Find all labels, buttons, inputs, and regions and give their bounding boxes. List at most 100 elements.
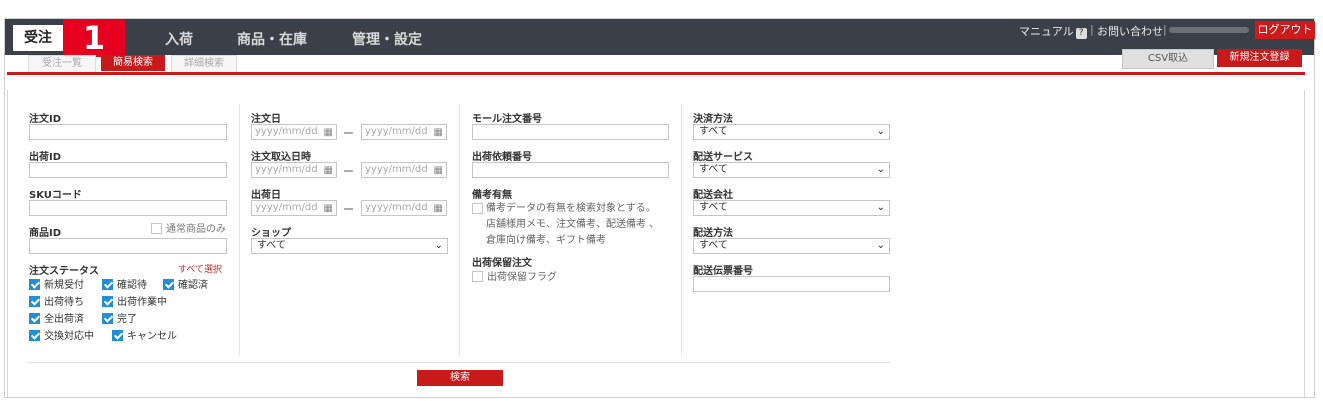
tab-simple-search[interactable]: 簡易検索	[101, 55, 165, 71]
shop-select[interactable]: すべて ⌄	[251, 238, 448, 254]
panel-border-left	[7, 90, 8, 398]
date-placeholder: yyyy/mm/dd	[255, 164, 318, 175]
status-label: 完了	[117, 314, 137, 325]
tracking-no-label: 配送伝票番号	[693, 266, 753, 277]
status-checkbox-cancel[interactable]: キャンセル	[112, 330, 177, 343]
nav-item-products-inventory[interactable]: 商品・在庫	[237, 29, 307, 49]
status-checkbox-shipping-work[interactable]: 出荷作業中	[102, 296, 167, 309]
ship-date-from[interactable]: yyyy/mm/dd ▦	[251, 200, 337, 216]
remarks-label: 備考有無	[472, 190, 512, 201]
remarks-checkbox[interactable]	[472, 203, 487, 216]
chevron-down-icon: ⌄	[434, 240, 443, 251]
manual-link[interactable]: マニュアル?	[1019, 23, 1087, 39]
calendar-icon[interactable]: ▦	[324, 164, 333, 178]
order-date-label: 注文日	[251, 114, 281, 125]
calendar-icon[interactable]: ▦	[434, 164, 443, 178]
ship-date-to[interactable]: yyyy/mm/dd ▦	[361, 200, 447, 216]
delivery-method-select[interactable]: すべて ⌄	[693, 238, 890, 254]
column-divider	[459, 104, 460, 356]
select-value: すべて	[699, 126, 728, 137]
search-button[interactable]: 検索	[417, 370, 503, 386]
select-value: すべて	[699, 164, 728, 175]
separator: |	[1090, 23, 1094, 36]
status-checkbox-complete[interactable]: 完了	[102, 313, 137, 326]
carrier-select[interactable]: すべて ⌄	[693, 200, 890, 216]
status-label: 出荷作業中	[117, 297, 167, 308]
date-placeholder: yyyy/mm/dd	[365, 126, 428, 137]
date-placeholder: yyyy/mm/dd	[255, 202, 318, 213]
date-placeholder: yyyy/mm/dd	[365, 164, 428, 175]
mall-order-no-label: モール注文番号	[472, 114, 542, 125]
logout-button[interactable]: ログアウト	[1255, 21, 1315, 39]
status-checkbox-new[interactable]: 新規受付	[29, 279, 84, 292]
mall-order-no-input[interactable]	[472, 124, 669, 140]
select-value: すべて	[699, 202, 728, 213]
hold-order-label: 出荷保留注文	[472, 258, 532, 269]
shipment-id-input[interactable]	[29, 162, 227, 178]
hold-flag-checkbox[interactable]: 出荷保留フラグ	[472, 271, 557, 284]
checkbox-icon	[472, 203, 483, 214]
calendar-icon[interactable]: ▦	[434, 126, 443, 140]
manual-label: マニュアル	[1019, 25, 1074, 38]
order-id-label: 注文ID	[29, 114, 62, 125]
contact-link[interactable]: お問い合わせ	[1097, 23, 1163, 39]
column-divider	[239, 104, 240, 356]
nav-item-orders[interactable]: 受注	[13, 25, 63, 51]
new-order-button[interactable]: 新規注文登録	[1217, 49, 1302, 67]
checkbox-checked-icon	[29, 313, 40, 324]
select-value: すべて	[699, 240, 728, 251]
tab-order-list[interactable]: 受注一覧	[28, 55, 96, 73]
step-number-badge: 1	[63, 19, 125, 57]
status-checkbox-confirmed[interactable]: 確認済	[163, 279, 208, 292]
range-dash: ー	[343, 203, 354, 216]
date-placeholder: yyyy/mm/dd	[365, 202, 428, 213]
order-status-label: 注文ステータス	[29, 266, 99, 277]
order-id-input[interactable]	[29, 124, 227, 140]
nav-item-admin-settings[interactable]: 管理・設定	[352, 29, 422, 49]
normal-only-checkbox[interactable]: 通常商品のみ	[151, 223, 226, 236]
order-date-to[interactable]: yyyy/mm/dd ▦	[361, 124, 447, 140]
status-checkbox-exchange[interactable]: 交換対応中	[29, 330, 94, 343]
checkbox-checked-icon	[102, 279, 113, 290]
chevron-down-icon: ⌄	[876, 240, 885, 251]
select-all-link[interactable]: すべて選択	[178, 262, 222, 275]
payment-method-label: 決済方法	[693, 114, 733, 125]
csv-import-button[interactable]: CSV取込	[1122, 49, 1214, 69]
header-rule	[7, 72, 1305, 75]
range-dash: ー	[343, 127, 354, 140]
shop-label: ショップ	[251, 228, 291, 239]
nav-item-receiving[interactable]: 入荷	[165, 29, 193, 49]
checkbox-checked-icon	[102, 296, 113, 307]
range-dash: ー	[343, 165, 354, 178]
status-checkbox-awaiting-ship[interactable]: 出荷待ち	[29, 296, 84, 309]
status-label: 全出荷済	[44, 314, 84, 325]
import-date-to[interactable]: yyyy/mm/dd ▦	[361, 162, 447, 178]
import-date-from[interactable]: yyyy/mm/dd ▦	[251, 162, 337, 178]
calendar-icon[interactable]: ▦	[434, 202, 443, 216]
delivery-method-label: 配送方法	[693, 228, 733, 239]
tracking-no-input[interactable]	[693, 276, 890, 292]
status-label: 新規受付	[44, 280, 84, 291]
carrier-label: 配送会社	[693, 190, 733, 201]
status-label: キャンセル	[127, 331, 177, 342]
order-date-from[interactable]: yyyy/mm/dd ▦	[251, 124, 337, 140]
status-checkbox-awaiting-confirm[interactable]: 確認待	[102, 279, 147, 292]
status-checkbox-all-shipped[interactable]: 全出荷済	[29, 313, 84, 326]
shipment-id-label: 出荷ID	[29, 152, 62, 163]
checkbox-checked-icon	[112, 330, 123, 341]
status-label: 確認待	[117, 280, 147, 291]
remarks-note: 備考データの有無を検索対象とする。店舗様用メモ、注文備考、配送備考 、倉庫向け備…	[486, 203, 660, 246]
ship-request-no-input[interactable]	[472, 162, 669, 178]
sku-code-input[interactable]	[29, 200, 227, 216]
delivery-service-select[interactable]: すべて ⌄	[693, 162, 890, 178]
product-id-input[interactable]	[29, 238, 227, 254]
sku-code-label: SKUコード	[29, 190, 82, 201]
chevron-down-icon: ⌄	[876, 202, 885, 213]
select-value: すべて	[257, 240, 286, 251]
calendar-icon[interactable]: ▦	[324, 126, 333, 140]
top-nav-bar: 受注 1 入荷 商品・在庫 管理・設定 マニュアル? | お問い合わせ | ログ…	[5, 19, 1315, 57]
payment-method-select[interactable]: すべて ⌄	[693, 124, 890, 140]
calendar-icon[interactable]: ▦	[324, 202, 333, 216]
tab-detailed-search[interactable]: 詳細検索	[171, 55, 237, 73]
date-placeholder: yyyy/mm/dd	[255, 126, 318, 137]
